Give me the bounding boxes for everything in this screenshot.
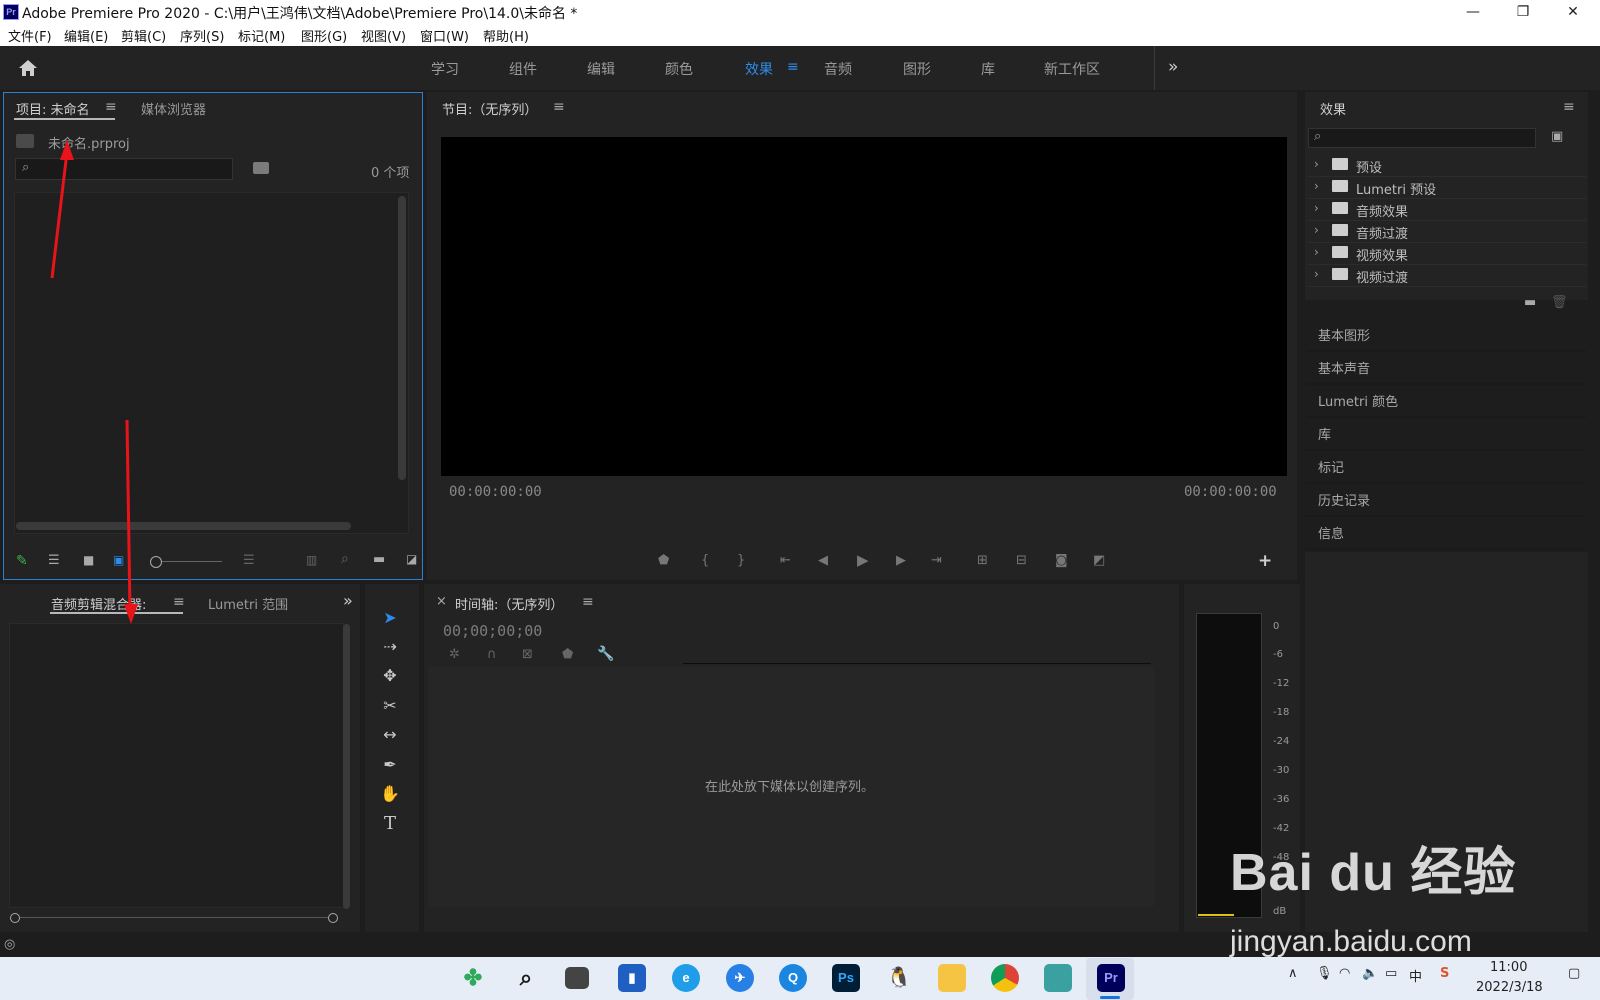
chrome-icon[interactable] xyxy=(991,964,1019,992)
wifi-icon[interactable]: ◠ xyxy=(1339,966,1350,981)
qq-icon[interactable]: 🐧 xyxy=(885,964,913,992)
start-icon[interactable]: ✤ xyxy=(459,964,487,992)
task-view-icon[interactable] xyxy=(565,967,589,989)
clock-date[interactable]: 2022/3/18 xyxy=(1476,980,1543,995)
premiere-taskbar-icon[interactable]: Pr xyxy=(1097,964,1125,992)
feishu-icon[interactable]: ✈ xyxy=(726,964,754,992)
active-app-indicator xyxy=(1100,996,1120,999)
file-explorer-icon[interactable] xyxy=(938,964,966,992)
baidu-watermark-logo: Bai du 经验 xyxy=(1230,830,1516,905)
edge-icon[interactable]: e xyxy=(672,964,700,992)
arrow-down-head xyxy=(124,604,138,624)
ime-indicator[interactable]: 中 xyxy=(1409,966,1422,985)
arrow-down-line xyxy=(125,419,132,613)
microphone-icon[interactable]: 🎙 xyxy=(1316,966,1333,981)
notification-icon[interactable]: ▢ xyxy=(1568,966,1580,981)
arrow-up-head xyxy=(60,140,74,160)
search-icon[interactable]: ⌕ xyxy=(512,964,540,992)
photoshop-icon[interactable]: Ps xyxy=(832,964,860,992)
battery-icon[interactable]: ▭ xyxy=(1385,966,1397,981)
volume-icon[interactable]: 🔈 xyxy=(1362,966,1378,981)
sogou-icon[interactable]: S xyxy=(1440,966,1449,981)
clock-time[interactable]: 11:00 xyxy=(1490,960,1527,975)
notepad-icon[interactable] xyxy=(1044,964,1072,992)
arrow-up-line xyxy=(50,151,69,279)
baidu-watermark-url: jingyan.baidu.com xyxy=(1230,925,1472,958)
widgets-icon[interactable]: ▮ xyxy=(618,964,646,992)
watermark-brand: Bai du 经验 xyxy=(1230,844,1517,902)
chevron-up-icon[interactable]: ∧ xyxy=(1288,966,1298,981)
browser-icon[interactable]: Q xyxy=(779,964,807,992)
